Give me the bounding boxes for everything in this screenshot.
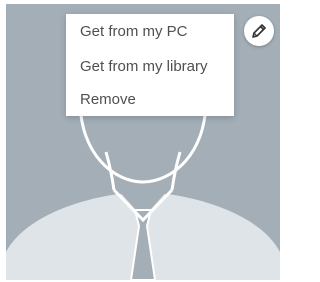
menu-item-get-from-library[interactable]: Get from my library (80, 55, 208, 79)
pencil-icon (252, 24, 266, 38)
picture-options-menu: Get from my PC Get from my library Remov… (66, 14, 234, 116)
edit-picture-button[interactable] (244, 16, 274, 46)
menu-item-get-from-pc[interactable]: Get from my PC (80, 20, 188, 44)
menu-item-remove[interactable]: Remove (80, 88, 136, 112)
profile-picture-editor: Get from my PC Get from my library Remov… (0, 0, 282, 282)
